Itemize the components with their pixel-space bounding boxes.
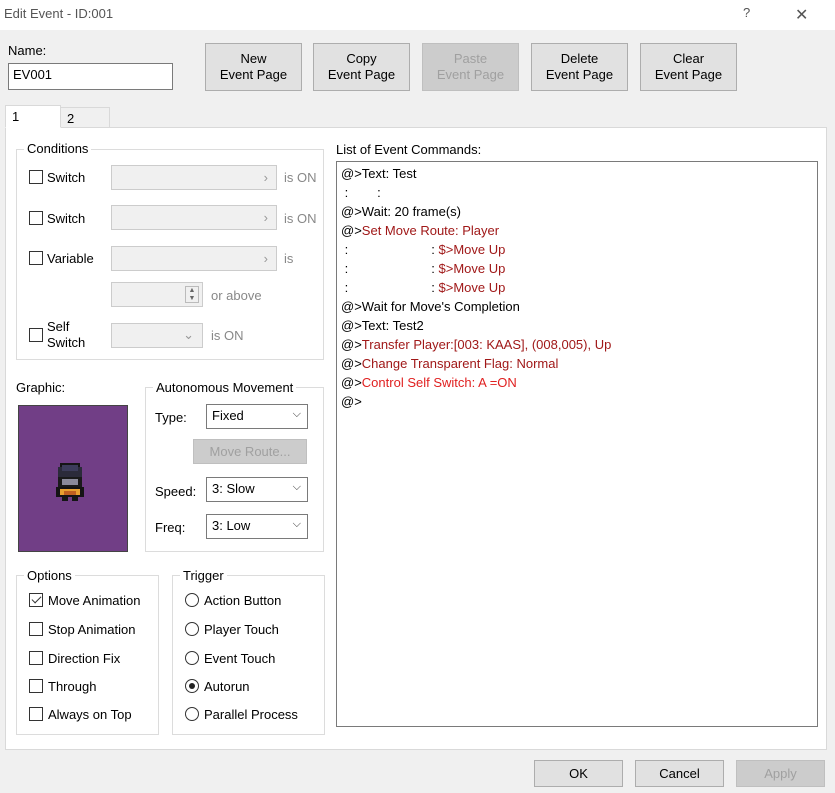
command-line[interactable]: @>Transfer Player:[003: KAAS], (008,005)… [341, 335, 813, 354]
delete-event-page-button[interactable]: Delete Event Page [531, 43, 628, 91]
command-line[interactable]: @>Text: Test [341, 164, 813, 183]
switch2-checkbox[interactable] [29, 211, 43, 225]
command-line[interactable]: @>Control Self Switch: A =ON [341, 373, 813, 392]
conditions-label: Conditions [24, 141, 92, 156]
event-command-list[interactable]: @>Text: Test : : @>Wait: 20 frame(s) @>S… [336, 161, 818, 727]
command-line[interactable]: @> [341, 392, 813, 411]
graphic-label: Graphic: [16, 380, 66, 395]
switch1-suffix: is ON [284, 170, 317, 185]
close-button[interactable]: ✕ [795, 5, 808, 25]
cancel-button[interactable]: Cancel [635, 760, 724, 787]
event-touch-label: Event Touch [204, 651, 276, 666]
variable-checkbox[interactable] [29, 251, 43, 265]
speed-dropdown[interactable]: 3: Slow ⌵ [206, 477, 308, 502]
command-line[interactable]: : : $>Move Up [341, 259, 813, 278]
new-event-page-button[interactable]: New Event Page [205, 43, 302, 91]
stop-animation-checkbox[interactable] [29, 622, 43, 636]
window-title: Edit Event - ID:001 [4, 6, 114, 21]
type-label: Type: [155, 410, 187, 425]
freq-label: Freq: [155, 520, 186, 535]
title-bar: Edit Event - ID:001 ? ✕ [0, 0, 835, 30]
command-line[interactable]: @>Wait: 20 frame(s) [341, 202, 813, 221]
variable-label: Variable [47, 251, 94, 266]
options-label: Options [24, 568, 75, 583]
self-switch-suffix: is ON [211, 328, 244, 343]
command-line[interactable]: @>Set Move Route: Player [341, 221, 813, 240]
chevron-right-icon: › [263, 251, 268, 266]
command-line[interactable]: : : $>Move Up [341, 278, 813, 297]
trigger-label: Trigger [180, 568, 227, 583]
through-label: Through [48, 679, 97, 694]
player-touch-radio[interactable] [185, 622, 199, 636]
graphic-preview[interactable] [18, 405, 128, 552]
move-animation-checkbox[interactable] [29, 593, 43, 607]
action-button-label: Action Button [204, 593, 282, 608]
tab-page-1[interactable]: 1 [5, 105, 61, 128]
copy-event-page-button[interactable]: Copy Event Page [313, 43, 410, 91]
paste-event-page-button[interactable]: Paste Event Page [422, 43, 519, 91]
apply-button[interactable]: Apply [736, 760, 825, 787]
autonomous-movement-label: Autonomous Movement [153, 380, 297, 395]
character-sprite-icon [56, 463, 84, 501]
command-line[interactable]: : : [341, 183, 813, 202]
command-line[interactable]: @>Wait for Move's Completion [341, 297, 813, 316]
action-button-radio[interactable] [185, 593, 199, 607]
type-dropdown[interactable]: Fixed ⌵ [206, 404, 308, 429]
freq-dropdown[interactable]: 3: Low ⌵ [206, 514, 308, 539]
chevron-down-icon: ⌄ [183, 327, 194, 342]
name-label: Name: [8, 43, 47, 58]
through-checkbox[interactable] [29, 679, 43, 693]
self-switch-checkbox[interactable] [29, 328, 43, 342]
stop-animation-label: Stop Animation [48, 622, 136, 637]
help-button[interactable]: ? [743, 5, 750, 20]
command-line[interactable]: @>Text: Test2 [341, 316, 813, 335]
direction-fix-checkbox[interactable] [29, 651, 43, 665]
direction-fix-label: Direction Fix [48, 651, 121, 666]
always-on-top-checkbox[interactable] [29, 707, 43, 721]
self-switch-label-2: Switch [47, 335, 86, 350]
or-above-label: or above [211, 288, 262, 303]
self-switch-select[interactable]: ⌄ [111, 323, 203, 348]
switch2-suffix: is ON [284, 211, 317, 226]
clear-event-page-button[interactable]: Clear Event Page [640, 43, 737, 91]
variable-select[interactable]: › [111, 246, 277, 271]
spinner-arrows-icon[interactable]: ▲ ▼ [185, 286, 199, 303]
switch1-select[interactable]: › [111, 165, 277, 190]
parallel-process-label: Parallel Process [204, 707, 298, 722]
player-touch-label: Player Touch [204, 622, 279, 637]
command-line[interactable]: : : $>Move Up [341, 240, 813, 259]
move-animation-label: Move Animation [48, 593, 141, 608]
command-list-label: List of Event Commands: [336, 142, 482, 157]
autorun-radio[interactable] [185, 679, 199, 693]
chevron-down-icon: ⌵ [292, 408, 301, 420]
chevron-down-icon: ⌵ [292, 481, 301, 493]
tab-page-2[interactable]: 2 [60, 107, 110, 128]
speed-label: Speed: [155, 484, 197, 499]
parallel-process-radio[interactable] [185, 707, 199, 721]
self-switch-label-1: Self [47, 319, 70, 334]
command-line[interactable]: @>Change Transparent Flag: Normal [341, 354, 813, 373]
chevron-right-icon: › [263, 210, 268, 225]
variable-value-spinner[interactable]: ▲ ▼ [111, 282, 203, 307]
name-input[interactable]: EV001 [8, 63, 173, 90]
variable-suffix: is [284, 251, 294, 266]
autorun-label: Autorun [204, 679, 250, 694]
ok-button[interactable]: OK [534, 760, 623, 787]
chevron-right-icon: › [263, 170, 268, 185]
switch2-label: Switch [47, 211, 86, 226]
chevron-down-icon: ⌵ [292, 518, 301, 530]
switch2-select[interactable]: › [111, 205, 277, 230]
switch1-checkbox[interactable] [29, 170, 43, 184]
switch1-label: Switch [47, 170, 86, 185]
event-touch-radio[interactable] [185, 651, 199, 665]
always-on-top-label: Always on Top [48, 707, 132, 722]
move-route-button[interactable]: Move Route... [193, 439, 307, 464]
